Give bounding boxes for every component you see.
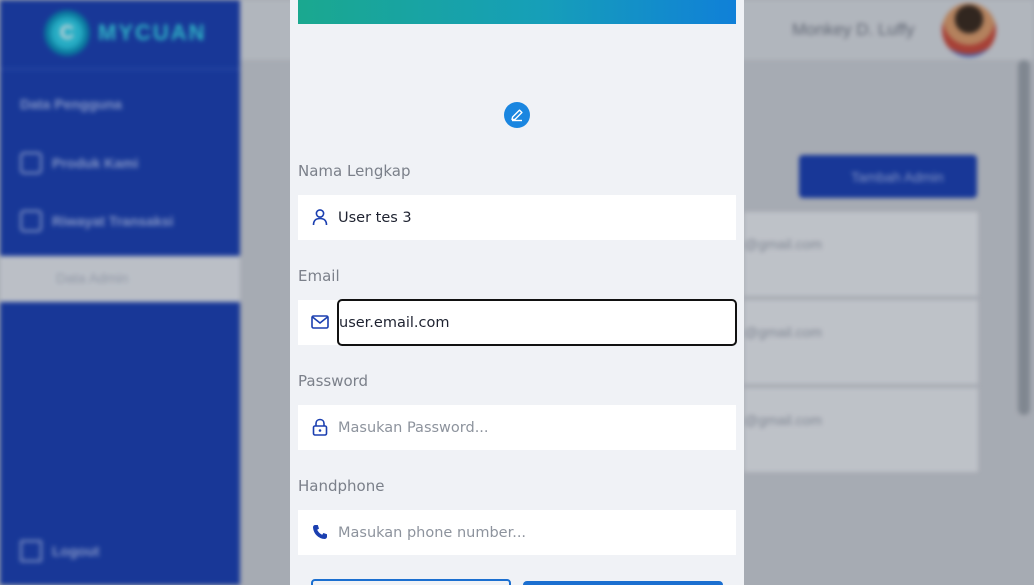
profile-banner [298, 0, 736, 24]
phone-icon [310, 522, 330, 542]
phone-input[interactable] [338, 510, 736, 555]
password-input[interactable] [338, 405, 736, 450]
lock-icon [310, 417, 330, 437]
save-button[interactable] [523, 581, 723, 585]
mail-icon [310, 312, 330, 332]
phone-label: Handphone [298, 477, 385, 495]
full-name-input[interactable] [338, 195, 736, 240]
password-label: Password [298, 372, 369, 390]
email-field [298, 299, 737, 346]
phone-field [298, 510, 736, 555]
user-icon [310, 207, 330, 227]
full-name-field [298, 195, 736, 240]
edit-user-modal: Nama Lengkap Email Password [290, 0, 744, 585]
cancel-button[interactable] [311, 579, 511, 585]
edit-pencil-icon[interactable] [504, 102, 530, 128]
email-input[interactable] [337, 299, 737, 346]
full-name-label: Nama Lengkap [298, 162, 411, 180]
email-label: Email [298, 267, 340, 285]
password-field [298, 405, 736, 450]
